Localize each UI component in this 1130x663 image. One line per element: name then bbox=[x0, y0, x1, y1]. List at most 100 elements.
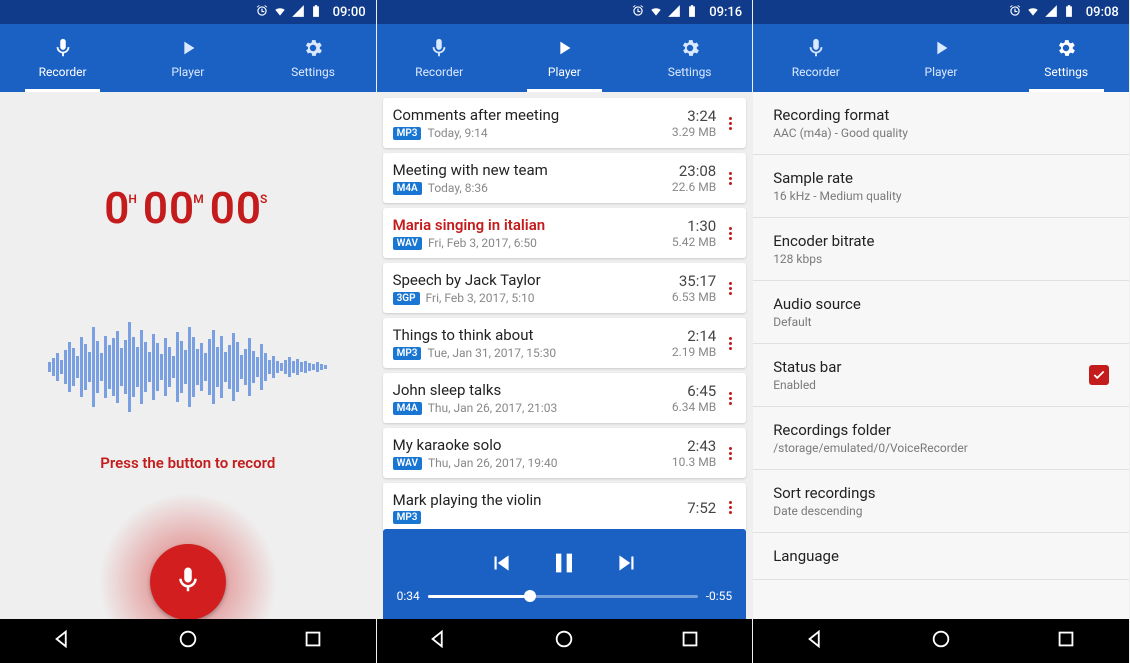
status-icons: 09:00 bbox=[255, 4, 366, 21]
app-bar: Recorder Player Settings bbox=[0, 24, 376, 92]
android-nav-bar bbox=[377, 619, 753, 663]
preference-item[interactable]: Sample rate16 kHz - Medium quality bbox=[753, 155, 1129, 218]
more-menu-icon[interactable] bbox=[724, 117, 736, 130]
status-time: 09:08 bbox=[1086, 5, 1119, 20]
tab-label: Settings bbox=[668, 65, 712, 79]
tab-player[interactable]: Player bbox=[502, 24, 627, 92]
android-nav-bar bbox=[0, 619, 376, 663]
preference-item[interactable]: Sort recordingsDate descending bbox=[753, 470, 1129, 533]
tab-settings[interactable]: Settings bbox=[627, 24, 752, 92]
preference-title: Language bbox=[773, 547, 1109, 565]
recording-size: 10.3 MB bbox=[672, 455, 716, 469]
recording-date: Thu, Jan 26, 2017, 21:03 bbox=[428, 401, 558, 415]
tab-settings[interactable]: Settings bbox=[1004, 24, 1129, 92]
recording-item[interactable]: John sleep talks M4A Thu, Jan 26, 2017, 21… bbox=[383, 373, 747, 423]
more-menu-icon[interactable] bbox=[724, 337, 736, 350]
preference-item[interactable]: Encoder bitrate128 kbps bbox=[753, 218, 1129, 281]
recording-date: Fri, Feb 3, 2017, 6:50 bbox=[428, 236, 537, 250]
more-menu-icon[interactable] bbox=[724, 447, 736, 460]
alarm-icon bbox=[1008, 4, 1022, 21]
nav-recent-icon[interactable] bbox=[302, 628, 324, 654]
preference-title: Recording format bbox=[773, 106, 1109, 124]
preference-item[interactable]: Recording formatAAC (m4a) - Good quality bbox=[753, 92, 1129, 155]
recording-title: Things to think about bbox=[393, 326, 664, 344]
tab-recorder[interactable]: Recorder bbox=[0, 24, 125, 92]
nav-home-icon[interactable] bbox=[930, 628, 952, 654]
progress-track[interactable] bbox=[428, 595, 698, 598]
more-menu-icon[interactable] bbox=[724, 282, 736, 295]
gear-icon bbox=[679, 37, 701, 65]
android-nav-bar bbox=[753, 619, 1129, 663]
recording-item[interactable]: Things to think aboutMP3Tue, Jan 31, 201… bbox=[383, 318, 747, 368]
recording-duration: 3:24 bbox=[672, 107, 716, 125]
status-icons: 09:08 bbox=[1008, 4, 1119, 21]
preference-subtitle: Date descending bbox=[773, 504, 1109, 518]
recording-item[interactable]: Maria singing in italianWAVFri, Feb 3, 2… bbox=[383, 208, 747, 258]
recording-item[interactable]: Meeting with new teamM4AToday, 8:3623:08… bbox=[383, 153, 747, 203]
preference-item[interactable]: Recordings folder/storage/emulated/0/Voi… bbox=[753, 407, 1129, 470]
skip-next-icon[interactable] bbox=[614, 550, 640, 580]
recording-title: Meeting with new team bbox=[393, 161, 664, 179]
recording-size: 3.29 MB bbox=[672, 125, 716, 139]
tab-player[interactable]: Player bbox=[125, 24, 250, 92]
preference-title: Recordings folder bbox=[773, 421, 1109, 439]
pause-button[interactable] bbox=[548, 547, 580, 583]
more-menu-icon[interactable] bbox=[724, 227, 736, 240]
recording-timer: 0 H 00 M 00 S bbox=[104, 182, 271, 234]
microphone-icon bbox=[173, 565, 203, 599]
preference-item[interactable]: Audio sourceDefault bbox=[753, 281, 1129, 344]
preference-item[interactable]: Status bar Enabled bbox=[753, 344, 1129, 407]
record-hint-text: Press the button to record bbox=[100, 454, 275, 472]
timer-m-unit: M bbox=[193, 192, 204, 206]
settings-list[interactable]: Recording formatAAC (m4a) - Good quality… bbox=[753, 92, 1129, 619]
play-icon bbox=[930, 37, 952, 65]
recording-title: Mark playing the violin bbox=[393, 491, 680, 509]
recording-item[interactable]: My karaoke soloWAVThu, Jan 26, 2017, 19:… bbox=[383, 428, 747, 478]
timer-s-unit: S bbox=[260, 192, 267, 206]
screen-recorder: 09:00 Recorder Player Settings 0 H 00 M … bbox=[0, 0, 377, 663]
format-badge: M4A bbox=[393, 402, 422, 415]
gear-icon bbox=[302, 37, 324, 65]
recording-title: Comments after meeting bbox=[393, 106, 664, 124]
preference-title: Status bar bbox=[773, 358, 1089, 376]
tab-label: Settings bbox=[291, 65, 335, 79]
more-menu-icon[interactable] bbox=[724, 501, 736, 514]
more-menu-icon[interactable] bbox=[724, 172, 736, 185]
nav-recent-icon[interactable] bbox=[1055, 628, 1077, 654]
format-badge: WAV bbox=[393, 457, 422, 470]
preference-subtitle: Enabled bbox=[773, 378, 1089, 392]
preference-subtitle: /storage/emulated/0/VoiceRecorder bbox=[773, 441, 1109, 455]
status-icons: 09:16 bbox=[631, 4, 742, 21]
more-menu-icon[interactable] bbox=[724, 392, 736, 405]
tab-player[interactable]: Player bbox=[878, 24, 1003, 92]
nav-back-icon[interactable] bbox=[52, 628, 74, 654]
progress-fill bbox=[428, 595, 531, 598]
format-badge: MP3 bbox=[393, 511, 422, 524]
format-badge: MP3 bbox=[393, 347, 422, 360]
tab-recorder[interactable]: Recorder bbox=[753, 24, 878, 92]
tab-settings[interactable]: Settings bbox=[250, 24, 375, 92]
tab-recorder[interactable]: Recorder bbox=[377, 24, 502, 92]
status-time: 09:16 bbox=[709, 5, 742, 20]
preference-title: Sample rate bbox=[773, 169, 1109, 187]
skip-previous-icon[interactable] bbox=[488, 550, 514, 580]
recording-size: 22.6 MB bbox=[672, 180, 716, 194]
status-bar: 09:16 bbox=[377, 0, 753, 24]
nav-recent-icon[interactable] bbox=[679, 628, 701, 654]
nav-back-icon[interactable] bbox=[805, 628, 827, 654]
timer-seconds: 00 bbox=[210, 182, 262, 234]
nav-back-icon[interactable] bbox=[428, 628, 450, 654]
recording-title: John sleep talks bbox=[393, 381, 664, 399]
nav-home-icon[interactable] bbox=[553, 628, 575, 654]
recordings-list[interactable]: Comments after meetingMP3Today, 9:143:24… bbox=[377, 92, 753, 619]
progress-knob[interactable] bbox=[524, 590, 536, 602]
recording-item[interactable]: Mark playing the violinMP37:52 bbox=[383, 483, 747, 532]
battery-icon bbox=[1062, 4, 1076, 21]
nav-home-icon[interactable] bbox=[177, 628, 199, 654]
preference-item[interactable]: Language bbox=[753, 533, 1129, 580]
recording-title: Speech by Jack Taylor bbox=[393, 271, 664, 289]
recording-item[interactable]: Speech by Jack Taylor3GPFri, Feb 3, 2017… bbox=[383, 263, 747, 313]
recording-item[interactable]: Comments after meetingMP3Today, 9:143:24… bbox=[383, 98, 747, 148]
checkbox-checked[interactable] bbox=[1089, 365, 1109, 385]
record-button[interactable] bbox=[150, 544, 226, 619]
